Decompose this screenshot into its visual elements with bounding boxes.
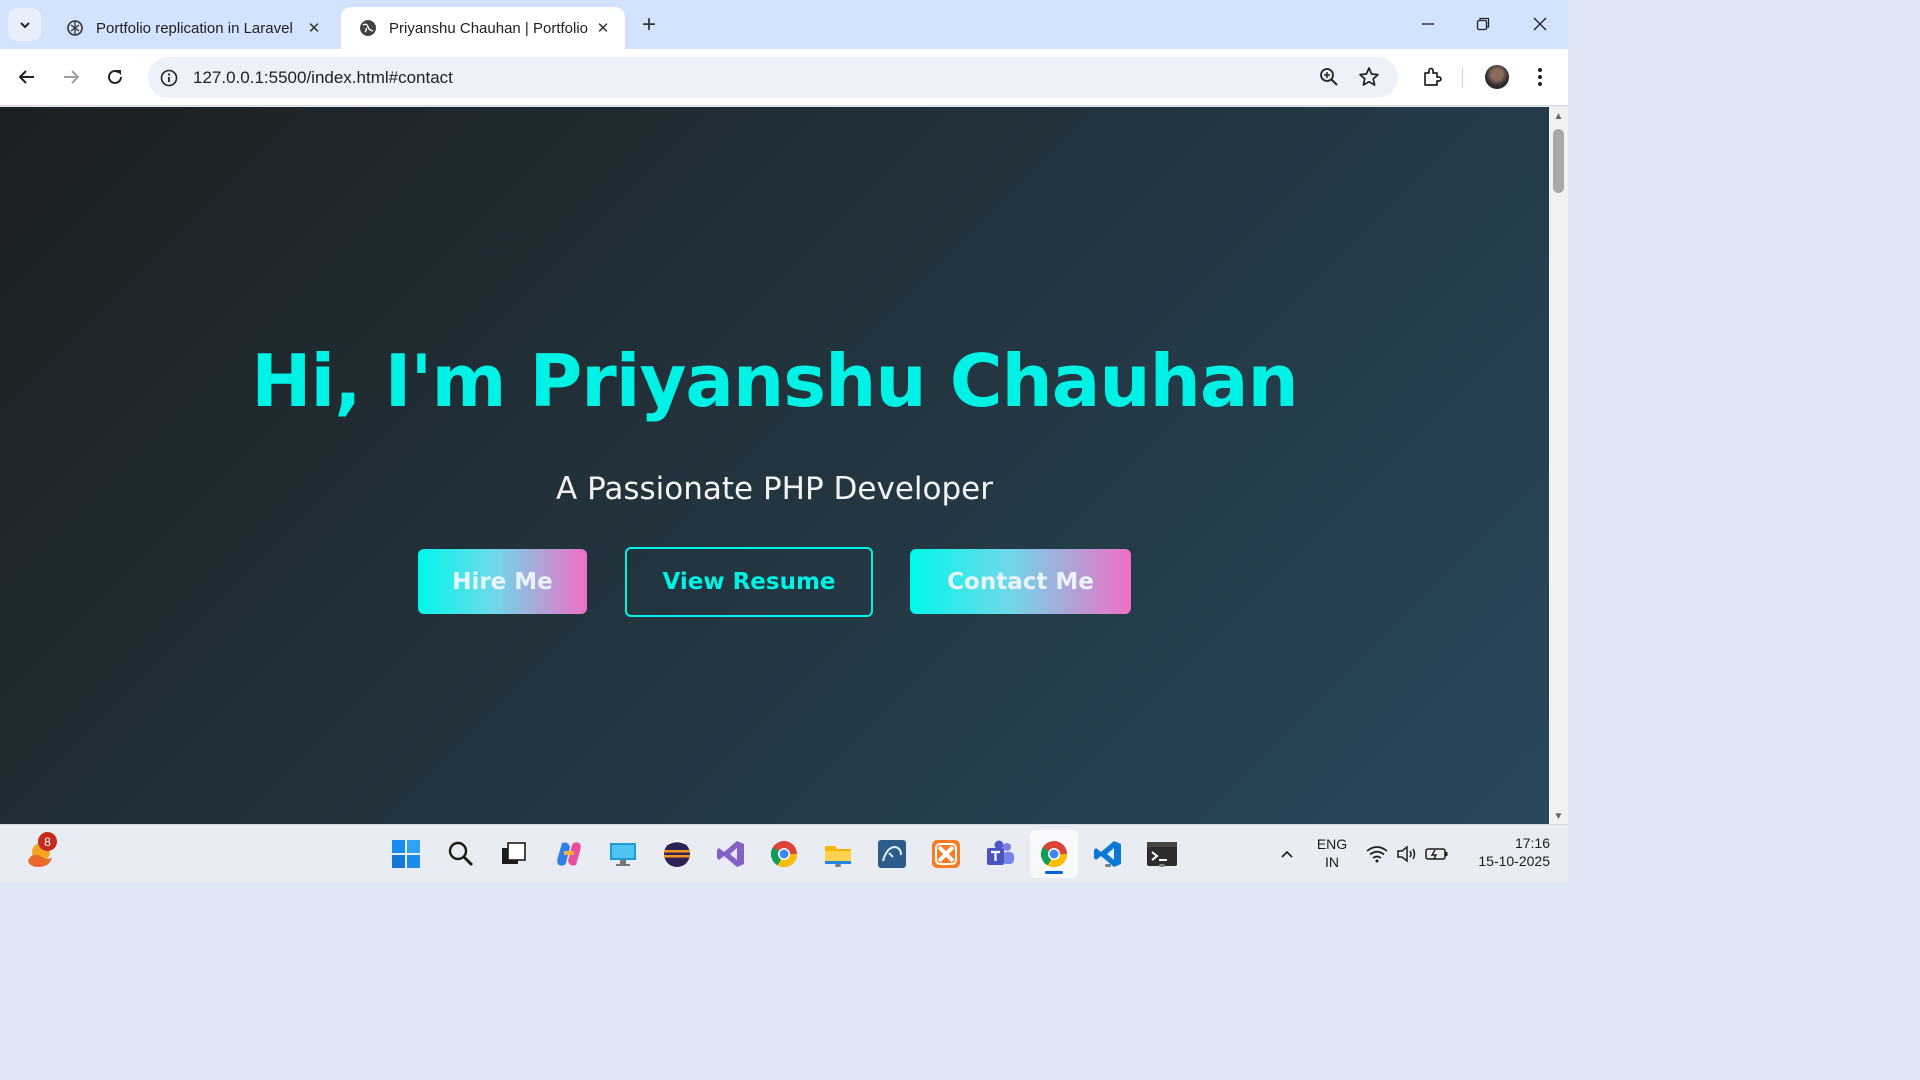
puzzle-icon: [1424, 67, 1442, 86]
zoom-icon[interactable]: [1318, 66, 1342, 90]
page-scrollbar[interactable]: ▲ ▼: [1549, 107, 1568, 824]
chevron-down-icon: [19, 21, 30, 28]
openai-icon: [66, 19, 84, 37]
toolbar-divider: [1462, 68, 1463, 88]
close-icon[interactable]: ✕: [593, 18, 613, 38]
back-button[interactable]: [11, 61, 43, 93]
tab-portfolio[interactable]: Priyanshu Chauhan | Portfolio ✕: [341, 7, 625, 49]
language-indicator[interactable]: ENG IN: [1312, 836, 1352, 870]
task-view-icon[interactable]: [497, 837, 531, 871]
wifi-icon[interactable]: [1362, 837, 1392, 871]
file-explorer-icon[interactable]: [821, 837, 855, 871]
running-indicator: [1159, 864, 1165, 867]
volume-icon[interactable]: [1392, 837, 1422, 871]
globe-icon: [359, 19, 377, 37]
bookmark-star-icon[interactable]: [1358, 66, 1382, 90]
eclipse-icon[interactable]: [660, 837, 694, 871]
battery-icon[interactable]: [1422, 837, 1452, 871]
minimize-icon: [1422, 23, 1434, 25]
hire-me-button[interactable]: Hire Me: [418, 549, 587, 614]
language-code: ENG: [1316, 836, 1348, 852]
scroll-down-icon[interactable]: ▼: [1553, 811, 1564, 822]
clock-time: 17:16: [1514, 835, 1550, 851]
new-tab-button[interactable]: +: [636, 11, 662, 38]
chevron-up-icon[interactable]: [1270, 837, 1304, 871]
restore-icon: [1476, 17, 1490, 31]
tab-search-button[interactable]: [8, 8, 41, 41]
search-icon[interactable]: [444, 837, 478, 871]
notification-badge: 8: [38, 832, 57, 851]
restore-button[interactable]: [1457, 6, 1509, 42]
close-icon: [1533, 17, 1547, 31]
chrome-icon[interactable]: [767, 837, 801, 871]
more-vertical-icon: [1538, 68, 1542, 86]
reload-button[interactable]: [99, 61, 131, 93]
page-viewport: Hi, I'm Priyanshu Chauhan A Passionate P…: [0, 107, 1549, 824]
address-bar[interactable]: 127.0.0.1:5500/index.html#contact: [148, 57, 1398, 98]
arrow-right-icon: [64, 70, 80, 84]
vscode-icon[interactable]: [1091, 837, 1125, 871]
hero-section: Hi, I'm Priyanshu Chauhan A Passionate P…: [0, 107, 1549, 824]
close-icon[interactable]: ✕: [304, 18, 324, 38]
terminal-icon[interactable]: [1145, 837, 1179, 871]
start-icon[interactable]: [389, 837, 423, 871]
close-window-button[interactable]: [1514, 6, 1566, 42]
language-region: IN: [1325, 854, 1339, 870]
url-text: 127.0.0.1:5500/index.html#contact: [193, 68, 453, 87]
contact-me-button[interactable]: Contact Me: [910, 549, 1131, 614]
minimize-button[interactable]: [1402, 6, 1454, 42]
chrome-active-icon[interactable]: [1030, 830, 1078, 878]
clock-date: 15-10-2025: [1478, 853, 1550, 869]
remote-desktop-icon[interactable]: [606, 837, 640, 871]
visual-studio-icon[interactable]: [714, 837, 748, 871]
profile-avatar[interactable]: [1485, 65, 1509, 89]
scroll-thumb[interactable]: [1553, 129, 1564, 193]
active-indicator: [1045, 871, 1063, 874]
tab-title: Priyanshu Chauhan | Portfolio: [389, 19, 589, 37]
tab-strip: Portfolio replication in Laravel ✕ Priya…: [0, 0, 1568, 49]
running-indicator: [835, 864, 841, 867]
tab-portfolio-laravel[interactable]: Portfolio replication in Laravel ✕: [48, 7, 336, 49]
mysql-workbench-icon[interactable]: [875, 837, 909, 871]
menu-button[interactable]: [1524, 61, 1556, 93]
teams-icon[interactable]: [983, 837, 1017, 871]
clock[interactable]: 17:16 15-10-2025: [1460, 835, 1550, 869]
copilot-icon[interactable]: [552, 837, 586, 871]
arrow-left-icon: [18, 70, 34, 84]
extensions-button[interactable]: [1416, 61, 1448, 93]
browser-toolbar: 127.0.0.1:5500/index.html#contact: [0, 49, 1568, 106]
xampp-icon[interactable]: [929, 837, 963, 871]
tab-title: Portfolio replication in Laravel: [96, 19, 293, 37]
reload-icon: [108, 69, 122, 84]
hero-subtitle: A Passionate PHP Developer: [556, 471, 993, 507]
taskbar: 8 ENG IN 17:16 15-10-2025: [0, 824, 1568, 882]
hero-title: Hi, I'm Priyanshu Chauhan: [251, 339, 1299, 423]
scroll-up-icon[interactable]: ▲: [1553, 111, 1564, 122]
running-indicator: [1105, 864, 1111, 867]
view-resume-button[interactable]: View Resume: [625, 547, 873, 617]
forward-button[interactable]: [55, 61, 87, 93]
site-info-icon[interactable]: [158, 67, 180, 89]
